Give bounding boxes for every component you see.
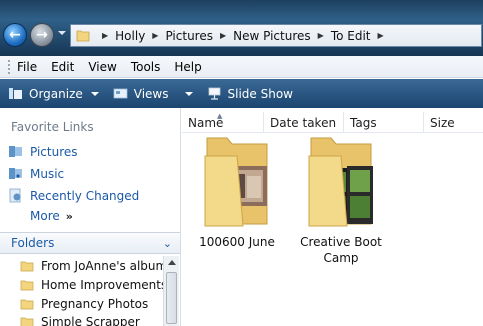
- folders-header[interactable]: Folders ⌄: [0, 232, 180, 254]
- column-label: Date taken: [270, 115, 337, 130]
- column-name[interactable]: ▲ Name: [182, 112, 264, 133]
- tree-item-simple-scrapper[interactable]: Simple Scrapper: [20, 315, 140, 326]
- scroll-up-icon[interactable]: [168, 260, 176, 265]
- favorite-label: Pictures: [30, 144, 78, 159]
- folder-icon: [20, 317, 34, 326]
- double-chevron-right-icon: »: [65, 210, 73, 223]
- chevron-down-icon: [184, 91, 193, 96]
- tree-item-from-joannes-albums[interactable]: From JoAnne's albums: [20, 259, 173, 273]
- chevron-right-icon[interactable]: ▶: [102, 31, 108, 40]
- tree-item-label: Pregnancy Photos: [41, 297, 149, 311]
- chevron-right-icon[interactable]: ▶: [378, 31, 384, 40]
- menu-file[interactable]: File: [17, 60, 37, 74]
- menu-help[interactable]: Help: [174, 60, 201, 74]
- photo-folder-icon: [204, 137, 268, 227]
- menu-grip: [8, 59, 11, 74]
- forward-button[interactable]: →: [30, 23, 54, 47]
- more-label: More: [30, 209, 60, 223]
- column-header: ▲ Name Date taken Tags Size: [182, 112, 483, 133]
- breadcrumb-new-pictures[interactable]: New Pictures: [233, 29, 311, 43]
- navigation-pane: Favorite Links Pictures Music Recently C…: [0, 108, 181, 326]
- file-name: 100600 June: [199, 235, 275, 249]
- photo-folder-icon: [308, 137, 373, 227]
- chevron-down-icon: [90, 91, 99, 96]
- chevron-right-icon[interactable]: ▶: [220, 31, 226, 40]
- favorite-label: Music: [30, 166, 65, 181]
- folder-icon: [20, 280, 34, 291]
- column-size[interactable]: Size: [424, 112, 483, 133]
- chevron-down-icon[interactable]: ⌄: [163, 237, 172, 250]
- views-label: Views: [133, 86, 169, 101]
- folder-icon: [76, 30, 90, 42]
- menu-bar: File Edit View Tools Help: [0, 56, 483, 78]
- folder-icon: [20, 299, 34, 310]
- folders-scrollbar[interactable]: [163, 256, 179, 326]
- file-name-line-2: Camp: [323, 251, 359, 265]
- command-bar: Organize Views Slide Show: [0, 79, 483, 108]
- file-name-line-1: Creative Boot: [300, 235, 382, 249]
- breadcrumb-pictures[interactable]: Pictures: [165, 29, 213, 43]
- address-bar-area: ← → ▶ Holly ▶ Pictures ▶ New Pictures ▶ …: [0, 0, 483, 56]
- forward-arrow-icon: →: [36, 27, 48, 43]
- menu-edit[interactable]: Edit: [51, 60, 74, 74]
- file-item[interactable]: Creative Boot Camp: [297, 134, 385, 266]
- organize-button[interactable]: Organize: [8, 87, 99, 101]
- views-icon: [113, 88, 128, 99]
- sort-ascending-icon: ▲: [217, 112, 223, 120]
- favorite-links-header: Favorite Links: [11, 120, 94, 134]
- favorite-pictures[interactable]: Pictures: [8, 144, 78, 159]
- address-box[interactable]: ▶ Holly ▶ Pictures ▶ New Pictures ▶ To E…: [70, 24, 482, 47]
- chevron-right-icon[interactable]: ▶: [318, 31, 324, 40]
- slideshow-button[interactable]: Slide Show: [207, 87, 293, 101]
- favorite-recently-changed[interactable]: Recently Changed: [8, 188, 139, 203]
- recently-changed-icon: [9, 188, 21, 203]
- back-button[interactable]: ←: [3, 23, 27, 47]
- tree-item-label: Simple Scrapper: [41, 315, 140, 326]
- column-label: Tags: [350, 115, 377, 130]
- favorite-music[interactable]: Music: [8, 166, 64, 181]
- back-arrow-icon: ←: [9, 27, 21, 43]
- folder-icon: [20, 261, 34, 272]
- menu-tools[interactable]: Tools: [131, 60, 161, 74]
- organize-label: Organize: [29, 86, 83, 101]
- pictures-icon: [9, 146, 22, 157]
- slideshow-label: Slide Show: [227, 86, 293, 101]
- column-tags[interactable]: Tags: [344, 112, 424, 133]
- more-links-button[interactable]: More »: [30, 209, 73, 223]
- tree-item-label: Home Improvements: [41, 278, 168, 292]
- organize-icon: [9, 88, 22, 99]
- menu-view[interactable]: View: [88, 60, 116, 74]
- slideshow-icon: [208, 87, 220, 100]
- file-item[interactable]: 100600 June: [193, 134, 281, 250]
- folders-title: Folders: [11, 236, 55, 250]
- views-button[interactable]: Views: [113, 87, 193, 101]
- breadcrumb-holly[interactable]: Holly: [115, 29, 145, 43]
- column-date-taken[interactable]: Date taken: [264, 112, 344, 133]
- tree-item-pregnancy-photos[interactable]: Pregnancy Photos: [20, 297, 148, 311]
- music-icon: [9, 168, 22, 179]
- tree-item-home-improvements[interactable]: Home Improvements: [20, 278, 167, 292]
- chevron-right-icon[interactable]: ▶: [152, 31, 158, 40]
- recent-pages-dropdown[interactable]: [58, 31, 66, 35]
- breadcrumb-to-edit[interactable]: To Edit: [331, 29, 371, 43]
- scrollbar-thumb[interactable]: [166, 272, 177, 324]
- tree-item-label: From JoAnne's albums: [41, 259, 174, 273]
- favorite-label: Recently Changed: [30, 188, 140, 203]
- column-label: Size: [430, 115, 455, 130]
